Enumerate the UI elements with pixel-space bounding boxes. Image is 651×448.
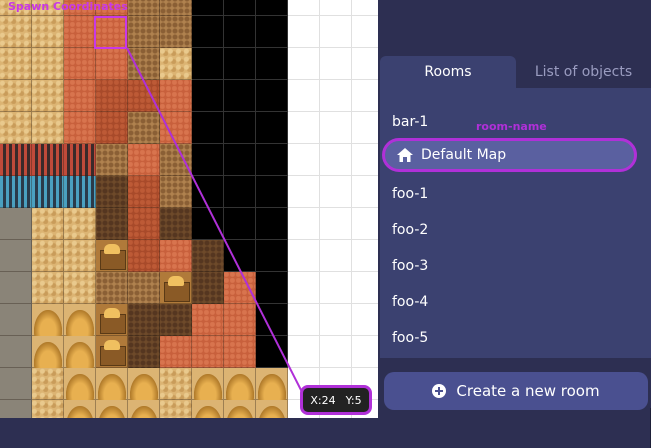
room-item-foo-5[interactable]: foo-5 — [392, 330, 428, 346]
room-item-foo-4[interactable]: foo-4 — [392, 294, 428, 310]
room-item-foo-1[interactable]: foo-1 — [392, 186, 428, 202]
y-coordinate: Y:5 — [345, 393, 362, 407]
create-room-label: Create a new room — [456, 382, 600, 400]
room-item-foo-3[interactable]: foo-3 — [392, 258, 428, 274]
create-room-button[interactable]: Create a new room — [384, 372, 648, 410]
room-item-label: Default Map — [421, 147, 507, 163]
room-name-annotation: room-name — [476, 120, 547, 133]
x-coordinate: X:24 — [310, 393, 336, 407]
home-icon — [397, 148, 413, 162]
rooms-panel: Rooms List of objects bar-1 room-name De… — [378, 0, 651, 448]
plus-circle-icon — [432, 384, 447, 398]
tab-rooms[interactable]: Rooms — [380, 56, 516, 88]
panel-tabs: Rooms List of objects — [380, 56, 651, 88]
room-item-default-map[interactable]: Default Map — [382, 138, 637, 172]
room-item-bar-1[interactable]: bar-1 — [392, 114, 428, 130]
tab-list-of-objects[interactable]: List of objects — [516, 56, 651, 88]
coordinates-readout: X:24 Y:5 — [300, 385, 372, 415]
room-item-foo-2[interactable]: foo-2 — [392, 222, 428, 238]
room-list: bar-1 room-name Default Map foo-1 foo-2 … — [380, 88, 651, 448]
